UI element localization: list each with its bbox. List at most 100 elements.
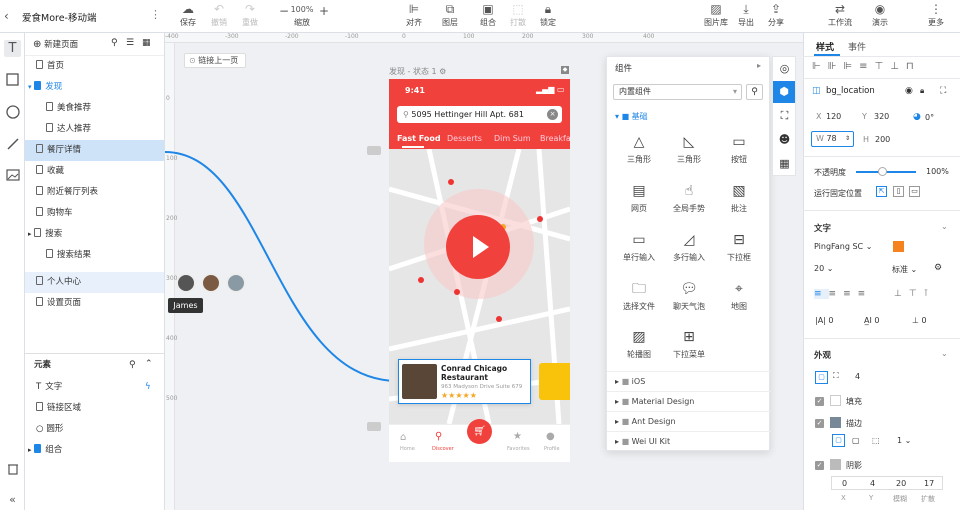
search-icon[interactable]: ⚲ bbox=[746, 84, 763, 100]
component-file-select[interactable]: 🗀︎ 选择文件 bbox=[614, 277, 664, 316]
page-item-expert-recommend[interactable]: 达人推荐 bbox=[25, 119, 164, 140]
frame-options-icon[interactable]: ◆ bbox=[561, 66, 569, 74]
next-card[interactable] bbox=[539, 363, 570, 400]
x-input[interactable]: 120 bbox=[826, 112, 841, 121]
redo-button[interactable]: ↷ 重做 bbox=[230, 2, 270, 28]
rectangle-tool-icon[interactable] bbox=[4, 73, 21, 90]
basic-group-toggle[interactable]: ▾ ■ 基础 bbox=[615, 111, 648, 122]
link-previous-page-button[interactable]: ⊙ 链接上一页 bbox=[184, 53, 246, 68]
element-item-text[interactable]: T 文字 ϟ bbox=[25, 377, 164, 398]
shadow-spread-input[interactable]: 17 bbox=[924, 479, 934, 488]
font-size-select[interactable]: 20 ⌄ bbox=[814, 264, 833, 273]
collapse-icon[interactable]: « bbox=[4, 491, 21, 508]
component-dropdown-menu[interactable]: ⊞ 下拉菜单 bbox=[664, 325, 714, 364]
page-item-profile[interactable]: 个人中心 bbox=[25, 272, 164, 293]
letter-spacing-input[interactable]: |A| 0 bbox=[815, 316, 834, 325]
handle-icon[interactable] bbox=[367, 146, 381, 155]
page-item-cart[interactable]: 购物车 bbox=[25, 203, 164, 224]
element-item-group[interactable]: ▸ 组合 bbox=[25, 440, 164, 461]
vertical-align-tools[interactable]: ⊥⊤⊺ bbox=[894, 289, 944, 299]
clear-icon[interactable]: × bbox=[547, 109, 558, 120]
opacity-slider-handle[interactable] bbox=[878, 167, 887, 176]
handle-icon[interactable] bbox=[367, 422, 381, 431]
page-item-nearby-list[interactable]: 附近餐厅列表 bbox=[25, 182, 164, 203]
align-button[interactable]: ⊫ 对齐 bbox=[394, 2, 434, 28]
tab-breakfast[interactable]: Breakfa bbox=[540, 134, 570, 143]
sort-icon[interactable]: ☰ bbox=[126, 38, 134, 48]
avatar[interactable] bbox=[176, 273, 196, 293]
eye-icon[interactable]: ◉ bbox=[905, 86, 913, 96]
component-single-input[interactable]: ▭ 单行输入 bbox=[614, 228, 664, 267]
zoom-control[interactable]: 100% 缩放 bbox=[282, 2, 322, 28]
chevron-right-icon[interactable]: ▸ bbox=[757, 61, 761, 70]
home-icon[interactable]: ⌂ bbox=[400, 432, 406, 443]
component-multi-input[interactable]: ◿ 多行输入 bbox=[664, 228, 714, 267]
fixed-bottom-icon[interactable]: ▭ bbox=[909, 186, 920, 197]
stroke-color-swatch[interactable] bbox=[830, 417, 841, 428]
workflow-button[interactable]: ⇄ 工作流 bbox=[820, 2, 860, 28]
fill-color-swatch[interactable] bbox=[830, 395, 841, 406]
restaurant-card[interactable]: Conrad Chicago Restaurant 963 Madyson Dr… bbox=[398, 359, 531, 404]
component-right-triangle[interactable]: ◺ 三角形 bbox=[664, 130, 714, 169]
page-item-search-results[interactable]: 搜索结果 bbox=[25, 245, 164, 266]
shadow-checkbox[interactable]: ✓ bbox=[815, 460, 824, 470]
discover-icon[interactable]: ⚲ bbox=[435, 431, 442, 442]
rotation-input[interactable]: 0° bbox=[925, 113, 934, 122]
component-dropdown[interactable]: ⊟ 下拉框 bbox=[714, 228, 764, 267]
element-item-link-area[interactable]: 链接区域 bbox=[25, 398, 164, 419]
page-item-discover[interactable]: ▾ 发现 bbox=[25, 77, 164, 98]
radius-input[interactable]: 4 bbox=[855, 372, 860, 381]
pen-tool-icon[interactable] bbox=[4, 137, 21, 154]
text-tool-icon[interactable]: T bbox=[4, 40, 21, 57]
lock-icon[interactable]: 🔒︎ bbox=[920, 86, 924, 96]
gear-icon[interactable]: ⚙ bbox=[439, 67, 446, 76]
y-input[interactable]: 320 bbox=[874, 112, 889, 121]
expand-icon[interactable]: ⛶ bbox=[776, 107, 793, 124]
tab-events[interactable]: 事件 bbox=[848, 40, 866, 53]
component-map[interactable]: ⌖ 地图 bbox=[714, 277, 764, 316]
text-align-tools[interactable]: ≡≡≡≡ bbox=[814, 289, 874, 299]
stroke-outside-icon[interactable]: ⬚ bbox=[872, 436, 880, 445]
target-icon[interactable]: ◎ bbox=[776, 60, 793, 77]
component-webpage[interactable]: ▤ 网页 bbox=[614, 179, 664, 218]
cube-icon[interactable]: ⬢ bbox=[773, 81, 795, 103]
shadow-blur-input[interactable]: 20 bbox=[896, 479, 906, 488]
play-button[interactable] bbox=[446, 215, 510, 279]
grid-view-icon[interactable]: ▦ bbox=[142, 38, 151, 48]
tab-style[interactable]: 样式 bbox=[816, 40, 834, 53]
share-button[interactable]: ⇪ 分享 bbox=[756, 2, 796, 28]
fixed-top-icon[interactable]: ⇱ bbox=[876, 186, 887, 197]
emoji-icon[interactable]: ☻ bbox=[776, 131, 793, 148]
font-weight-select[interactable]: 标准 ⌄ bbox=[892, 264, 917, 275]
library-ant[interactable]: ▸ ■ Ant Design bbox=[607, 411, 771, 431]
component-triangle[interactable]: △ 三角形 bbox=[614, 130, 664, 169]
profile-icon[interactable]: ● bbox=[546, 431, 555, 442]
layer-button[interactable]: ⧉ 图层 bbox=[430, 2, 470, 28]
component-gesture[interactable]: ☝ 全局手势 bbox=[664, 179, 714, 218]
page-item-settings[interactable]: 设置页面 bbox=[25, 293, 164, 314]
radius-individual-icon[interactable]: ⛶ bbox=[833, 371, 839, 381]
shadow-color-swatch[interactable] bbox=[830, 459, 841, 470]
avatar[interactable] bbox=[201, 273, 221, 293]
present-button[interactable]: ◉ 演示 bbox=[860, 2, 900, 28]
stroke-center-icon[interactable]: ▢ bbox=[852, 436, 860, 445]
more-button[interactable]: ⋮ 更多 bbox=[916, 2, 956, 28]
element-item-circle[interactable]: ○ 圆形 bbox=[25, 419, 164, 440]
back-icon[interactable]: ‹ bbox=[4, 9, 9, 23]
avatar[interactable] bbox=[226, 273, 246, 293]
component-button[interactable]: ▭ 按钮 bbox=[714, 130, 764, 169]
tab-desserts[interactable]: Desserts bbox=[447, 134, 482, 143]
library-ios[interactable]: ▸ ■ iOS bbox=[607, 371, 771, 391]
tab-dim-sum[interactable]: Dim Sum bbox=[494, 134, 531, 143]
element-name[interactable]: bg_location bbox=[826, 86, 875, 96]
chevron-down-icon[interactable]: ⌄ bbox=[941, 222, 948, 231]
page-item-restaurant-detail[interactable]: 餐厅详情 bbox=[25, 140, 164, 161]
page-item-home[interactable]: 首页 bbox=[25, 56, 164, 77]
component-carousel[interactable]: ▨ 轮播图 bbox=[614, 325, 664, 364]
stroke-width-select[interactable]: 1 ⌄ bbox=[897, 436, 911, 445]
component-source-select[interactable]: 内置组件 ▾ bbox=[613, 84, 742, 100]
search-icon[interactable]: ⚲ bbox=[129, 360, 136, 370]
library-material[interactable]: ▸ ■ Material Design bbox=[607, 391, 771, 411]
search-icon[interactable]: ⚲ bbox=[111, 38, 118, 48]
lock-button[interactable]: 🔒︎ 锁定 bbox=[528, 2, 568, 28]
